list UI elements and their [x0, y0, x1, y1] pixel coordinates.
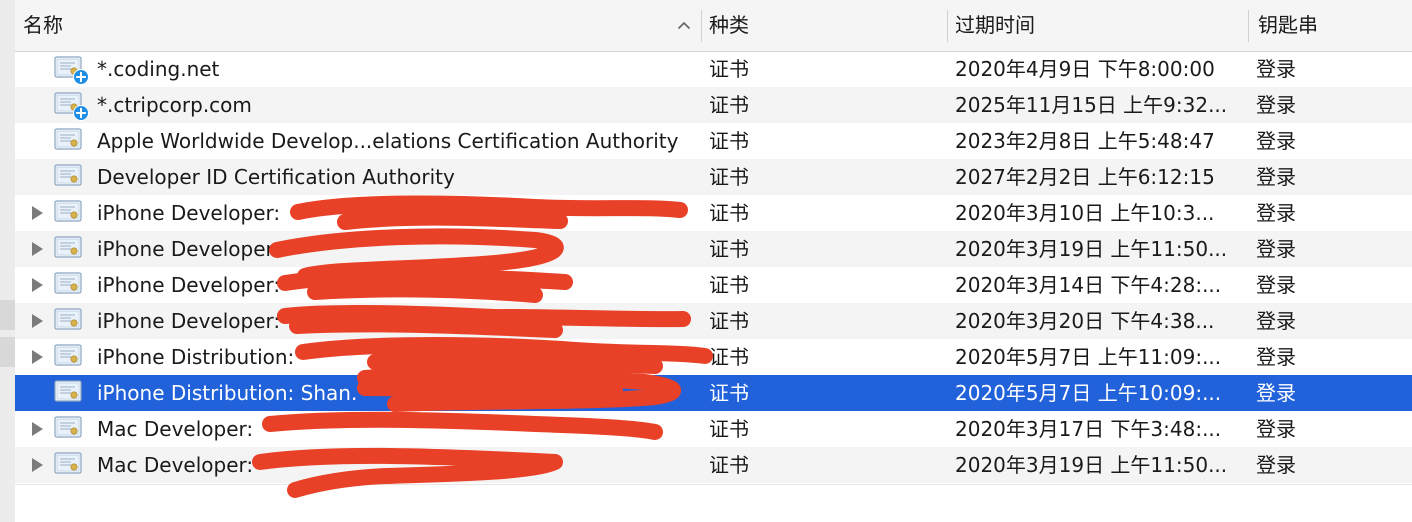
certificate-keychain: 登录 [1256, 273, 1296, 297]
column-header-name[interactable]: 名称 [23, 0, 673, 51]
left-edge-segment [0, 300, 15, 330]
table-row[interactable]: Developer ID Certification Authority 证书 20… [15, 159, 1412, 195]
certificate-kind: 证书 [709, 345, 749, 369]
certificate-kind: 证书 [709, 309, 749, 333]
certificate-name: Developer ID Certification Authority [97, 165, 455, 189]
disclosure-triangle-icon[interactable] [32, 242, 43, 256]
disclosure-triangle-icon[interactable] [32, 278, 43, 292]
certificate-name: iPhone Developer: [97, 237, 281, 261]
certificate-keychain: 登录 [1256, 345, 1296, 369]
certificate-kind: 证书 [709, 165, 749, 189]
certificate-name: iPhone Distribution: [97, 345, 295, 369]
certificate-expiry: 2020年4月9日 下午8:00:00 [955, 57, 1215, 81]
plus-badge-icon [73, 105, 89, 121]
table-bottom-divider [15, 484, 1412, 485]
column-header-kind[interactable]: 种类 [709, 0, 939, 51]
plus-badge-icon [73, 69, 89, 85]
table-row[interactable]: *.ctripcorp.com 证书 2025年11月15日 上午9:32... 登录 [15, 87, 1412, 123]
certificate-icon [54, 344, 82, 366]
certificate-expiry: 2025年11月15日 上午9:32... [955, 93, 1228, 117]
table-row[interactable]: iPhone Developer: 证书 2020年3月10日 上午10:3... 登… [15, 195, 1412, 231]
certificate-kind: 证书 [709, 273, 749, 297]
certificate-name: iPhone Developer: [97, 273, 281, 297]
certificate-name: Apple Worldwide Develop...elations Certi… [97, 129, 679, 153]
certificate-keychain: 登录 [1256, 57, 1296, 81]
certificate-keychain: 登录 [1256, 237, 1296, 261]
certificate-icon [54, 308, 82, 330]
certificate-expiry: 2027年2月2日 上午6:12:15 [955, 165, 1215, 189]
certificate-name: *.coding.net [97, 57, 220, 81]
certificate-name: *.ctripcorp.com [97, 93, 252, 117]
certificate-expiry: 2020年3月10日 上午10:3... [955, 201, 1215, 225]
certificate-kind: 证书 [709, 237, 749, 261]
column-header-keychain[interactable]: 钥匙串 [1258, 0, 1408, 51]
certificate-keychain: 登录 [1256, 93, 1296, 117]
certificate-kind: 证书 [709, 453, 749, 477]
column-divider[interactable] [947, 10, 948, 42]
certificate-icon [54, 452, 82, 474]
certificate-keychain: 登录 [1256, 381, 1296, 405]
certificate-expiry: 2020年5月7日 上午10:09:... [955, 381, 1222, 405]
certificate-name: iPhone Distribution: Shan. [97, 381, 358, 405]
disclosure-triangle-icon[interactable] [32, 422, 43, 436]
certificate-kind: 证书 [709, 129, 749, 153]
certificates-table: 名称 种类 过期时间 钥匙串 *.coding.net 证书 2020年4月9日 下… [15, 0, 1412, 522]
table-row[interactable]: *.coding.net 证书 2020年4月9日 下午8:00:00 登录 [15, 51, 1412, 87]
certificate-expiry: 2020年3月14日 下午4:28:... [955, 273, 1222, 297]
certificate-keychain: 登录 [1256, 309, 1296, 333]
certificate-icon [54, 164, 82, 186]
certificate-keychain: 登录 [1256, 129, 1296, 153]
disclosure-triangle-icon[interactable] [32, 206, 43, 220]
table-row[interactable]: iPhone Developer: 证书 2020年3月14日 下午4:28:...… [15, 267, 1412, 303]
certificate-expiry: 2020年3月20日 下午4:38... [955, 309, 1215, 333]
table-row[interactable]: Apple Worldwide Develop...elations Certi… [15, 123, 1412, 159]
certificate-icon [54, 128, 82, 150]
certificate-name: iPhone Developer: [97, 201, 281, 225]
table-row[interactable]: iPhone Developer: 证书 2020年3月19日 上午11:50...… [15, 231, 1412, 267]
disclosure-triangle-icon[interactable] [32, 458, 43, 472]
certificate-kind: 证书 [709, 93, 749, 117]
certificate-expiry: 2020年3月19日 上午11:50... [955, 453, 1228, 477]
certificate-icon [54, 272, 82, 294]
certificate-kind: 证书 [709, 201, 749, 225]
certificate-keychain: 登录 [1256, 417, 1296, 441]
certificate-icon [54, 200, 82, 222]
certificate-icon [54, 236, 82, 258]
certificate-kind: 证书 [709, 417, 749, 441]
certificate-kind: 证书 [709, 57, 749, 81]
certificate-kind: 证书 [709, 381, 749, 405]
window-left-edge [0, 0, 15, 522]
certificate-icon [54, 416, 82, 438]
disclosure-triangle-icon[interactable] [32, 350, 43, 364]
column-divider[interactable] [701, 10, 702, 42]
certificate-icon [54, 380, 82, 402]
left-edge-segment [0, 337, 15, 367]
certificate-expiry: 2020年3月17日 下午3:48:... [955, 417, 1222, 441]
certificate-keychain: 登录 [1256, 201, 1296, 225]
table-row[interactable]: Mac Developer: 证书 2020年3月17日 下午3:48:... 登录 [15, 411, 1412, 447]
certificate-name: Mac Developer: [97, 453, 254, 477]
certificate-expiry: 2023年2月8日 上午5:48:47 [955, 129, 1215, 153]
chevron-up-icon[interactable] [676, 17, 692, 33]
certificate-expiry: 2020年5月7日 上午11:09:... [955, 345, 1222, 369]
certificate-name: iPhone Developer: [97, 309, 281, 333]
column-header-expires[interactable]: 过期时间 [955, 0, 1245, 51]
certificate-expiry: 2020年3月19日 上午11:50... [955, 237, 1228, 261]
certificate-keychain: 登录 [1256, 165, 1296, 189]
table-row[interactable]: Mac Developer: 证书 2020年3月19日 上午11:50... 登录 [15, 447, 1412, 483]
table-row[interactable]: iPhone Distribution: 证书 2020年5月7日 上午11:09:… [15, 339, 1412, 375]
disclosure-triangle-icon[interactable] [32, 314, 43, 328]
table-row[interactable]: iPhone Distribution: Shan. 证书 2020年5月7日 上午… [15, 375, 1412, 411]
table-header: 名称 种类 过期时间 钥匙串 [15, 0, 1412, 52]
certificate-keychain: 登录 [1256, 453, 1296, 477]
certificate-name: Mac Developer: [97, 417, 254, 441]
table-row[interactable]: iPhone Developer: 证书 2020年3月20日 下午4:38... 登… [15, 303, 1412, 339]
column-divider[interactable] [1248, 10, 1249, 42]
